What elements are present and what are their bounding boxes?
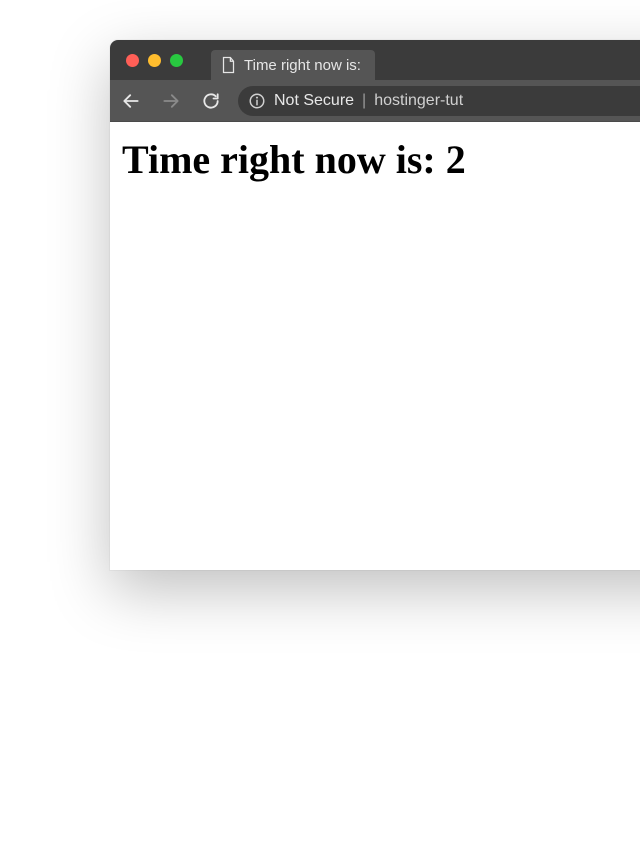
toolbar: Not Secure | hostinger-tut xyxy=(110,80,640,122)
page-heading: Time right now is: 2 xyxy=(122,136,640,183)
browser-tab[interactable]: Time right now is: xyxy=(211,50,375,80)
file-icon xyxy=(221,56,236,74)
info-icon xyxy=(248,92,266,110)
address-separator: | xyxy=(362,92,366,110)
security-status: Not Secure xyxy=(274,92,354,110)
forward-button[interactable] xyxy=(160,90,182,112)
reload-button[interactable] xyxy=(200,90,222,112)
page-content: Time right now is: 2 xyxy=(110,122,640,570)
tab-title: Time right now is: xyxy=(244,57,361,74)
browser-window: Time right now is: Not Secure | hostinge… xyxy=(110,40,640,570)
window-close-button[interactable] xyxy=(126,54,139,67)
tab-strip: Time right now is: xyxy=(110,40,640,80)
window-maximize-button[interactable] xyxy=(170,54,183,67)
window-minimize-button[interactable] xyxy=(148,54,161,67)
traffic-lights xyxy=(120,40,191,80)
back-button[interactable] xyxy=(120,90,142,112)
address-bar[interactable]: Not Secure | hostinger-tut xyxy=(238,86,640,116)
url-text: hostinger-tut xyxy=(374,92,463,110)
nav-buttons xyxy=(120,90,222,112)
